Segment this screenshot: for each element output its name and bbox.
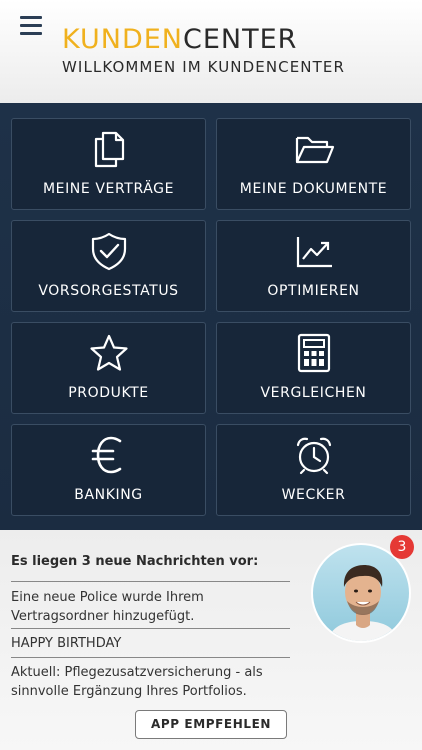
- calculator-icon: [297, 333, 330, 373]
- tile-label: OPTIMIEREN: [267, 283, 360, 299]
- message-item[interactable]: Aktuell: Pflegezusatzversicherung - als …: [11, 663, 301, 701]
- hamburger-menu-icon[interactable]: [20, 16, 42, 35]
- folder-icon: [295, 136, 334, 164]
- tile-meine-vertraege[interactable]: MEINE VERTRÄGE: [11, 118, 206, 210]
- tile-label: VORSORGESTATUS: [38, 283, 179, 299]
- documents-icon: [94, 131, 124, 168]
- messages-heading: Es liegen 3 neue Nachrichten vor:: [11, 554, 259, 569]
- advisor-avatar[interactable]: [311, 543, 411, 643]
- divider: [11, 628, 290, 629]
- message-item[interactable]: HAPPY BIRTHDAY: [11, 634, 301, 653]
- tile-wecker[interactable]: WECKER: [216, 424, 411, 516]
- tile-label: WECKER: [281, 487, 346, 503]
- shield-check-icon: [91, 232, 126, 271]
- divider: [11, 581, 290, 582]
- page-subtitle: WILLKOMMEN IM KUNDENCENTER: [62, 58, 345, 76]
- logo-part-center: CENTER: [183, 24, 298, 55]
- tile-label: MEINE DOKUMENTE: [239, 181, 388, 197]
- tile-label: PRODUKTE: [68, 385, 149, 401]
- divider: [11, 657, 290, 658]
- tile-label: BANKING: [74, 487, 143, 503]
- tile-label: VERGLEICHEN: [260, 385, 367, 401]
- advisor-photo: [327, 565, 399, 641]
- tile-optimieren[interactable]: OPTIMIEREN: [216, 220, 411, 312]
- alarm-clock-icon: [296, 437, 331, 475]
- app-header: KUNDENCENTER WILLKOMMEN IM KUNDENCENTER: [0, 0, 422, 103]
- tile-banking[interactable]: BANKING: [11, 424, 206, 516]
- euro-icon: [91, 436, 121, 474]
- app-logo: KUNDENCENTER: [62, 24, 297, 55]
- tile-label: MEINE VERTRÄGE: [42, 181, 175, 197]
- logo-part-kunden: KUNDEN: [62, 24, 183, 55]
- recommend-app-button[interactable]: APP EMPFEHLEN: [135, 710, 287, 739]
- tile-vorsorgestatus[interactable]: VORSORGESTATUS: [11, 220, 206, 312]
- tile-vergleichen[interactable]: VERGLEICHEN: [216, 322, 411, 414]
- tile-meine-dokumente[interactable]: MEINE DOKUMENTE: [216, 118, 411, 210]
- tile-produkte[interactable]: PRODUKTE: [11, 322, 206, 414]
- message-item[interactable]: Eine neue Police wurde Ihrem Vertragsord…: [11, 588, 301, 626]
- chart-trend-icon: [296, 237, 332, 268]
- notification-badge: 3: [390, 535, 414, 559]
- menu-grid: MEINE VERTRÄGE MEINE DOKUMENTE VORSORGES…: [0, 103, 422, 530]
- star-icon: [89, 334, 128, 371]
